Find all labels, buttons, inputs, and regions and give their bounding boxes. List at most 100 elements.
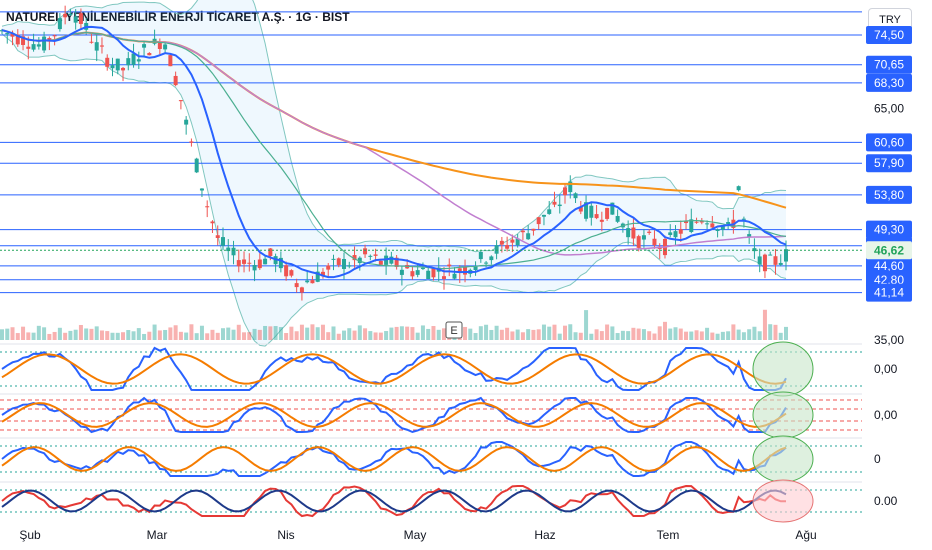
candle-body <box>441 276 446 279</box>
volume-bar <box>10 327 15 340</box>
candle-body <box>131 53 136 65</box>
level-label-text: 49,30 <box>874 223 904 237</box>
candle-body <box>342 258 347 270</box>
candle-body <box>694 221 699 223</box>
volume-bar <box>131 331 136 340</box>
candle-body <box>331 258 336 260</box>
volume-bar <box>552 324 557 340</box>
candle-body <box>231 247 236 256</box>
volume-bar <box>152 324 157 340</box>
candle-body <box>478 251 483 260</box>
candle-body <box>42 36 47 51</box>
candle-body <box>510 239 515 243</box>
volume-bar <box>342 330 347 340</box>
candle-body <box>31 44 36 50</box>
candle-body <box>163 44 168 50</box>
volume-bar <box>352 330 357 340</box>
volume-bar <box>631 327 636 340</box>
candle-body <box>184 119 189 125</box>
volume-bar <box>484 324 489 340</box>
volume-bar <box>189 324 194 340</box>
candle-body <box>236 260 241 267</box>
volume-bar <box>431 326 436 340</box>
volume-bar <box>547 326 552 340</box>
volume-bar <box>615 333 620 340</box>
volume-bar <box>263 325 268 340</box>
volume-bar <box>673 327 678 340</box>
volume-bar <box>284 333 289 340</box>
candle-body <box>773 256 778 265</box>
candle-body <box>415 270 420 275</box>
volume-bar <box>610 326 615 340</box>
volume-bar <box>662 321 667 340</box>
price-chart[interactable]: 0,00 0,00 0 0.00 74,50 70,65 68,30 60,60 57,90 5… <box>0 0 932 550</box>
candle-body <box>615 216 620 222</box>
candle-body <box>641 235 646 240</box>
volume-bar <box>605 324 610 340</box>
candle-body <box>531 228 536 231</box>
candle-body <box>205 206 210 208</box>
volume-bar <box>426 328 431 340</box>
volume-bar <box>294 331 299 340</box>
candle-body <box>289 270 294 276</box>
candle-body <box>363 248 368 255</box>
volume-bar <box>531 329 536 340</box>
volume-bar <box>599 331 604 340</box>
volume-bar <box>199 325 204 340</box>
volume-bar <box>410 327 415 340</box>
volume-bar <box>505 327 510 340</box>
candle-body <box>447 264 452 267</box>
volume-bar <box>399 326 404 340</box>
volume-bar <box>168 327 173 340</box>
volume-bar <box>89 328 94 340</box>
candle-body <box>57 18 62 30</box>
volume-bar <box>678 328 683 340</box>
volume-bar <box>705 327 710 340</box>
indicator-line-signal <box>1 353 787 385</box>
candle-body <box>294 283 299 288</box>
volume-bar <box>273 326 278 340</box>
volume-bar <box>42 327 47 340</box>
volume-bar <box>573 332 578 340</box>
volume-bar <box>563 325 568 340</box>
indicator-line-main <box>1 484 787 518</box>
candle-body <box>215 235 220 238</box>
candle-body <box>547 209 552 214</box>
volume-bar <box>373 332 378 340</box>
volume-bar <box>257 329 262 340</box>
volume-bar <box>536 329 541 340</box>
volume-bar <box>526 329 531 340</box>
candle-body <box>220 237 225 246</box>
candle-body <box>463 266 468 275</box>
volume-bar <box>626 331 631 340</box>
candle-body <box>499 240 504 245</box>
candle-body <box>589 205 594 218</box>
indicator-line-main <box>1 396 787 434</box>
volume-bar <box>315 327 320 340</box>
volume-bar <box>15 333 20 340</box>
candle-body <box>268 248 273 256</box>
candle-body <box>757 256 762 265</box>
candle-body <box>89 41 94 43</box>
candle-body <box>484 262 489 264</box>
volume-bar <box>231 329 236 340</box>
volume-bar <box>268 326 273 340</box>
volume-bar <box>163 329 168 340</box>
candle-body <box>378 260 383 265</box>
volume-bar <box>641 329 646 340</box>
volume-bar <box>436 329 441 340</box>
volume-bar <box>778 332 783 340</box>
volume-bar <box>47 333 52 340</box>
candle-body <box>715 229 720 232</box>
x-axis-tick-label: Haz <box>534 528 555 542</box>
candle-body <box>336 258 341 265</box>
volume-bar <box>668 328 673 340</box>
candle-body <box>741 218 746 220</box>
volume-bar <box>689 331 694 340</box>
volume-bar <box>347 328 352 340</box>
volume-bar <box>694 330 699 340</box>
volume-bar <box>52 331 57 340</box>
candle-body <box>778 262 783 265</box>
volume-bar <box>73 329 78 340</box>
volume-bar <box>578 332 583 340</box>
